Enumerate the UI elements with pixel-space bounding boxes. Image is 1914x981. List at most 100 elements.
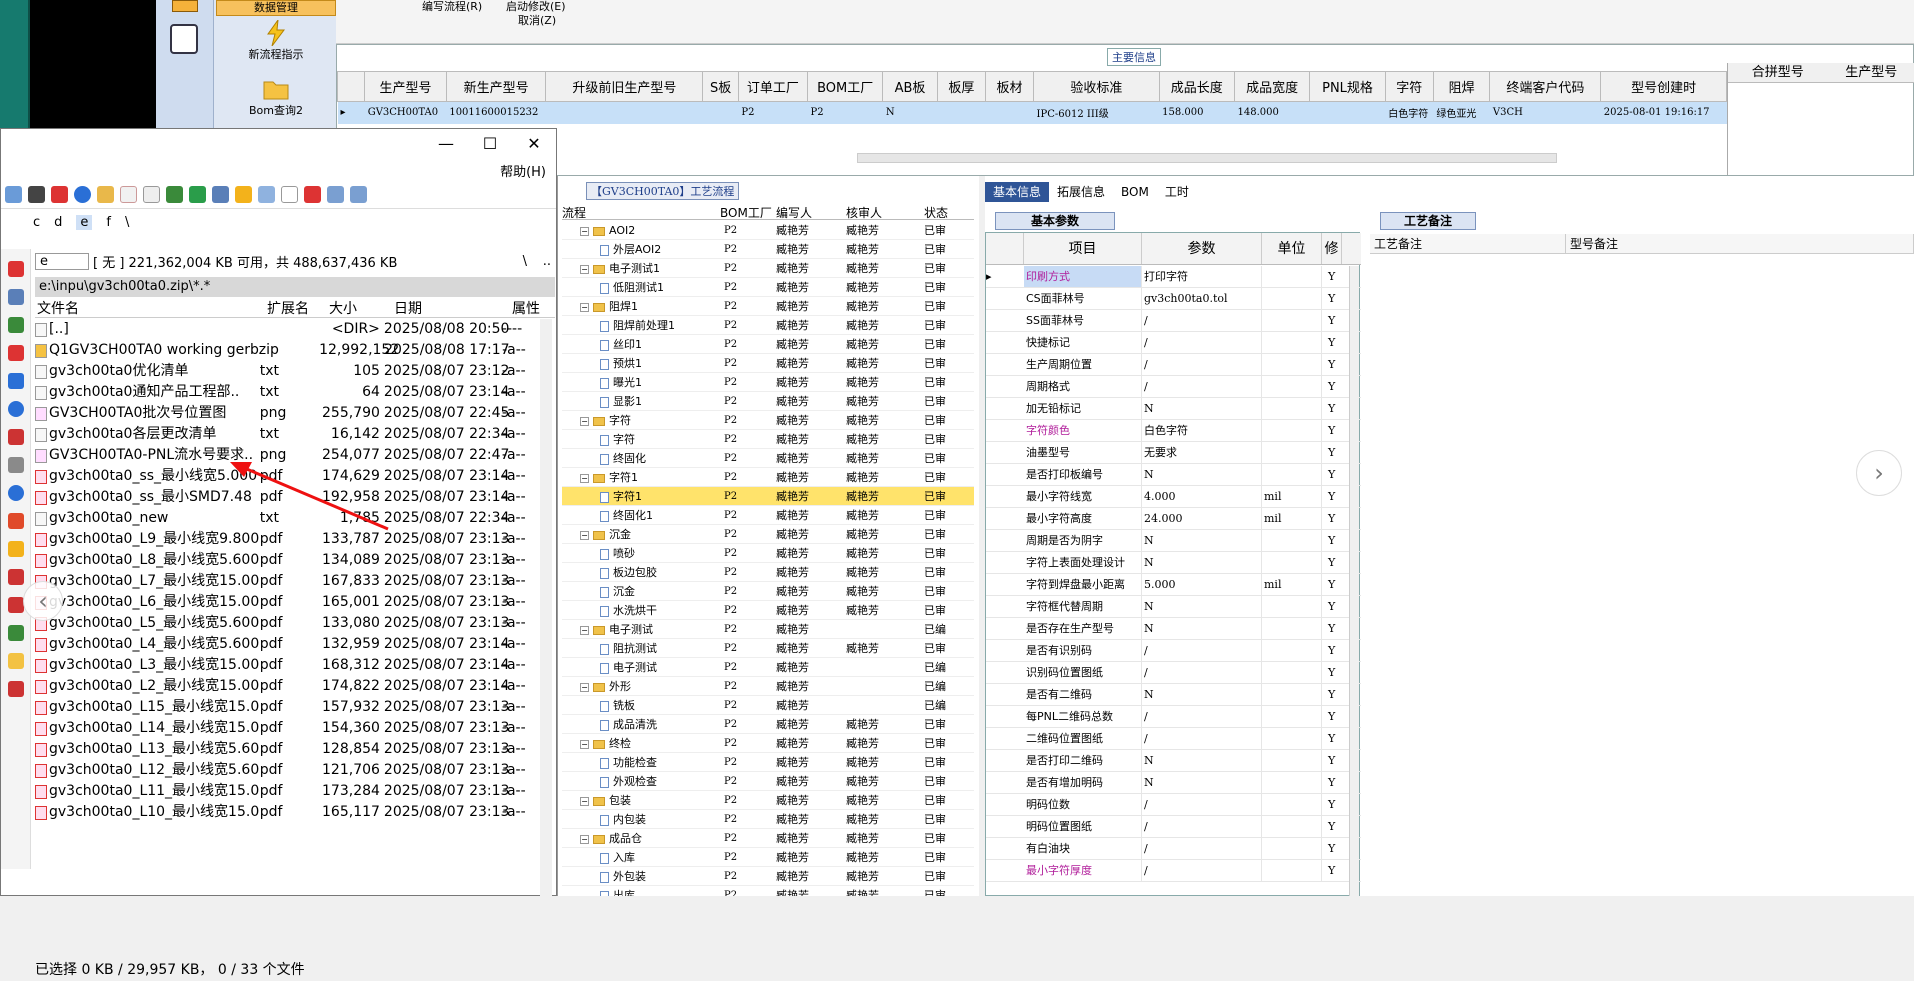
param-row[interactable]: 是否有二维码 N Y (986, 684, 1361, 706)
blank-page-icon[interactable] (281, 186, 298, 203)
flow-row[interactable]: − 包装 P2 臧艳芳 臧艳芳 已审 (562, 791, 974, 810)
monitor-icon[interactable] (327, 186, 344, 203)
param-row[interactable]: 加无铅标记 N Y (986, 398, 1361, 420)
param-row[interactable]: 最小字符线宽 4.000 mil Y (986, 486, 1361, 508)
flow-row[interactable]: − 终检 P2 臧艳芳 臧艳芳 已审 (562, 734, 974, 753)
flow-row[interactable]: − 外形 P2 臧艳芳 已编 (562, 677, 974, 696)
flow-row[interactable]: 出库 P2 臧艳芳 臧艳芳 已审 (562, 886, 974, 896)
globe-icon[interactable] (74, 186, 91, 203)
col-date[interactable]: 日期 (392, 298, 510, 317)
file-row[interactable]: gv3ch00ta0优化清单 txt 105 2025/08/07 23:12 -a-- (35, 361, 541, 382)
tab-process-memo[interactable]: 工艺备注 (1380, 212, 1476, 230)
tab-work-hours[interactable]: 工时 (1157, 182, 1197, 202)
param-row[interactable]: 有白油块 / Y (986, 838, 1361, 860)
param-row[interactable]: 是否有识别码 / Y (986, 640, 1361, 662)
file-row[interactable]: gv3ch00ta0_L12_最小线宽5.60.. pdf 121,706 2025/… (35, 760, 541, 781)
main-col-header[interactable]: AB板 (882, 71, 938, 102)
file-row[interactable]: gv3ch00ta0_L3_最小线宽15.00.. pdf 168,312 2025/… (35, 655, 541, 676)
flow-row[interactable]: 显影1 P2 臧艳芳 臧艳芳 已审 (562, 392, 974, 411)
record-icon[interactable] (8, 569, 24, 585)
drive-e-button[interactable]: e (76, 214, 93, 230)
flow-row[interactable]: 内包装 P2 臧艳芳 臧艳芳 已审 (562, 810, 974, 829)
file-row[interactable]: gv3ch00ta0_L4_最小线宽5.600 pdf 132,959 2025/08… (35, 634, 541, 655)
flow-row[interactable]: − 电子测试1 P2 臧艳芳 臧艳芳 已审 (562, 259, 974, 278)
menu-write-flow[interactable]: 编写流程(R) (422, 0, 482, 14)
flow-row[interactable]: 水洗烘干 P2 臧艳芳 臧艳芳 已审 (562, 601, 974, 620)
main-info-hscrollbar[interactable] (857, 153, 1557, 163)
next-arrow-icon[interactable]: › (1856, 450, 1902, 496)
param-row[interactable]: CS面菲林号 gv3ch00ta0.tol Y (986, 288, 1361, 310)
menu-help[interactable]: 帮助(H) (500, 161, 546, 180)
main-col-header[interactable]: BOM工厂 (806, 71, 884, 102)
file-row[interactable]: gv3ch00ta0_L2_最小线宽15.00.. pdf 174,822 2025/… (35, 676, 541, 697)
file-row[interactable]: gv3ch00ta0_L8_最小线宽5.600 pdf 134,089 2025/08… (35, 550, 541, 571)
flow-row[interactable]: 字符 P2 臧艳芳 臧艳芳 已审 (562, 430, 974, 449)
document-icon[interactable] (120, 186, 137, 203)
param-row[interactable]: 最小字符高度 24.000 mil Y (986, 508, 1361, 530)
maximize-icon[interactable]: ☐ (475, 133, 505, 155)
collapse-icon[interactable]: − (580, 682, 589, 692)
col-size[interactable]: 大小 (327, 298, 392, 317)
flow-row[interactable]: 沉金 P2 臧艳芳 臧艳芳 已审 (562, 582, 974, 601)
file-row[interactable]: gv3ch00ta0_L13_最小线宽5.60.. pdf 128,854 2025/… (35, 739, 541, 760)
info-icon[interactable] (8, 401, 24, 417)
tab-data-management[interactable]: 数据管理 (216, 0, 336, 16)
shield-icon[interactable] (235, 186, 252, 203)
network-icon[interactable] (166, 186, 183, 203)
param-row[interactable]: 是否有增加明码 N Y (986, 772, 1361, 794)
file-row[interactable]: gv3ch00ta0_L10_最小线宽15.0.. pdf 165,117 2025/… (35, 802, 541, 823)
file-row[interactable]: gv3ch00ta0通知产品工程部.. txt 64 2025/08/07 23:14… (35, 382, 541, 403)
flow-row[interactable]: 铣板 P2 臧艳芳 已编 (562, 696, 974, 715)
flow-row[interactable]: 入库 P2 臧艳芳 臧艳芳 已审 (562, 848, 974, 867)
shield-icon[interactable] (8, 513, 24, 529)
param-row[interactable]: 明码位置图纸 / Y (986, 816, 1361, 838)
main-col-header[interactable]: 升级前旧生产型号 (545, 71, 704, 102)
collapse-icon[interactable]: − (580, 226, 589, 236)
acrobat-icon[interactable] (304, 186, 321, 203)
flow-row[interactable]: 阻焊前处理1 P2 臧艳芳 臧艳芳 已审 (562, 316, 974, 335)
new-flow-button[interactable]: 新流程指示 (216, 20, 336, 62)
main-col-header[interactable]: 字符 (1384, 71, 1434, 102)
main-col-header[interactable]: PNL规格 (1309, 71, 1386, 102)
collapse-icon[interactable]: − (580, 416, 589, 426)
col-modify[interactable]: 修 (1322, 233, 1342, 264)
chat-icon[interactable] (8, 373, 24, 389)
flow-row[interactable]: − 电子测试 P2 臧艳芳 已编 (562, 620, 974, 639)
col-attr[interactable]: 属性 (510, 298, 550, 317)
drive-network-button[interactable]: \ (125, 215, 129, 230)
record-icon[interactable] (8, 681, 24, 697)
close-icon[interactable]: ✕ (519, 133, 549, 155)
col-process-memo[interactable]: 工艺备注 (1370, 234, 1566, 253)
param-row[interactable]: 生产周期位置 / Y (986, 354, 1361, 376)
flow-row[interactable]: 丝印1 P2 臧艳芳 臧艳芳 已审 (562, 335, 974, 354)
up-button[interactable]: .. (543, 254, 551, 269)
grid-icon[interactable] (172, 0, 198, 12)
col-item[interactable]: 项目 (1024, 233, 1142, 264)
file-row[interactable]: gv3ch00ta0_L6_最小线宽15.00.. pdf 165,001 2025/… (35, 592, 541, 613)
drive-f-button[interactable]: f (106, 215, 111, 230)
drive-d-button[interactable]: d (54, 215, 62, 230)
flow-row[interactable]: 终固化1 P2 臧艳芳 臧艳芳 已审 (562, 506, 974, 525)
col-filename[interactable]: 文件名 (35, 298, 265, 317)
param-row[interactable]: 油墨型号 无要求 Y (986, 442, 1361, 464)
flow-row[interactable]: − 成品仓 P2 臧艳芳 臧艳芳 已审 (562, 829, 974, 848)
file-row[interactable]: Q1GV3CH00TA0 working gerb.. zip 12,992,152… (35, 340, 541, 361)
flow-row[interactable]: 终固化 P2 臧艳芳 臧艳芳 已审 (562, 449, 974, 468)
flow-row[interactable]: 外包装 P2 臧艳芳 臧艳芳 已审 (562, 867, 974, 886)
tab-basic-params[interactable]: 基本参数 (995, 212, 1115, 230)
param-row[interactable]: ▸ 印刷方式 打印字符 Y (986, 266, 1361, 288)
flow-row[interactable]: 低阻测试1 P2 臧艳芳 臧艳芳 已审 (562, 278, 974, 297)
collapse-icon[interactable]: − (580, 834, 589, 844)
flow-row[interactable]: 板边包胶 P2 臧艳芳 臧艳芳 已审 (562, 563, 974, 582)
flow-row[interactable]: − 阻焊1 P2 臧艳芳 臧艳芳 已审 (562, 297, 974, 316)
flow-row[interactable]: 预烘1 P2 臧艳芳 臧艳芳 已审 (562, 354, 974, 373)
col-bom-factory[interactable]: BOM工厂 (720, 204, 776, 220)
file-row[interactable]: gv3ch00ta0各层更改清单 txt 16,142 2025/08/07 22:3… (35, 424, 541, 445)
main-col-header[interactable]: 新生产型号 (445, 71, 547, 102)
param-row[interactable]: 快捷标记 / Y (986, 332, 1361, 354)
param-row[interactable]: 明码位数 / Y (986, 794, 1361, 816)
collapse-icon[interactable]: − (580, 264, 589, 274)
param-row[interactable]: 二维码位置图纸 / Y (986, 728, 1361, 750)
network-icon[interactable] (8, 317, 24, 333)
flow-row[interactable]: 电子测试 P2 臧艳芳 已编 (562, 658, 974, 677)
